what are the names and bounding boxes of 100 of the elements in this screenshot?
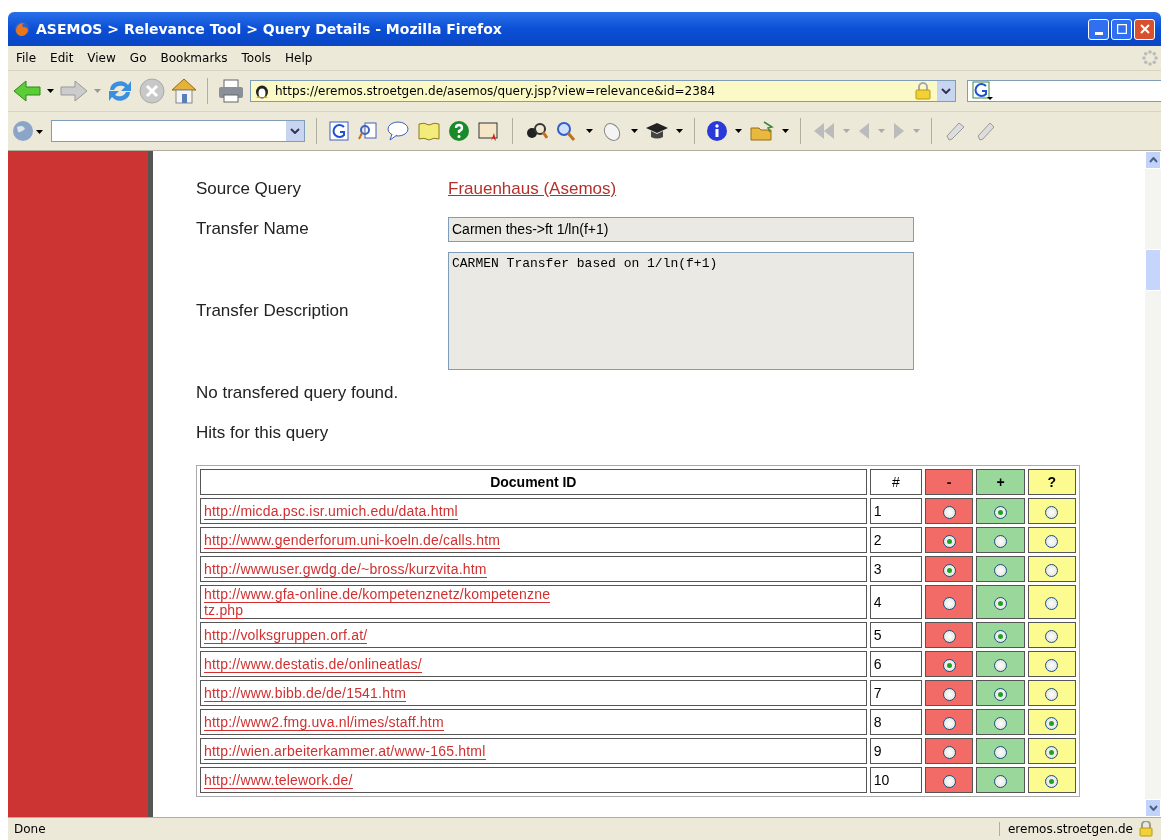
radio-button[interactable] — [993, 745, 1007, 759]
radio-button[interactable] — [993, 505, 1007, 519]
menu-item[interactable]: Bookmarks — [154, 51, 236, 65]
dropdown-icon[interactable] — [586, 129, 593, 133]
radio-button[interactable] — [942, 596, 956, 610]
scroll-down-icon[interactable] — [1148, 805, 1158, 811]
padlock-icon — [1139, 821, 1153, 837]
url-link[interactable]: http://wien.arbeiterkammer.at/www-165.html — [204, 743, 486, 760]
table-cell: 5 — [869, 622, 922, 648]
dropdown-icon[interactable] — [631, 129, 638, 133]
dropdown-icon[interactable] — [782, 129, 789, 133]
radio-button[interactable] — [1045, 745, 1059, 759]
throbber-icon — [1141, 49, 1159, 67]
speech-bubble-icon[interactable] — [386, 120, 410, 142]
url-link[interactable]: http://www.destatis.de/onlineatlas/ — [204, 656, 422, 673]
radio-button[interactable] — [942, 774, 956, 788]
radio-button[interactable] — [1045, 505, 1059, 519]
url-link[interactable]: http://www.gfa-online.de/kompetenznetz/kompetenzne — [204, 586, 551, 603]
menu-item[interactable]: File — [10, 51, 45, 65]
maximize-icon — [1116, 24, 1127, 34]
table-cell: 3 — [869, 556, 922, 582]
scrollbar[interactable] — [1145, 151, 1161, 817]
radio-button[interactable] — [942, 658, 956, 672]
menu-item[interactable]: View — [81, 51, 124, 65]
bookmark-icon[interactable] — [477, 120, 501, 142]
info-icon[interactable] — [706, 120, 728, 142]
url-link[interactable]: http://micda.psc.isr.umich.edu/data.html — [204, 503, 458, 520]
printer-icon[interactable] — [217, 78, 245, 104]
toolbar-search-field[interactable] — [51, 120, 305, 142]
minimize-icon — [1094, 31, 1103, 35]
globe-icon[interactable] — [12, 120, 44, 142]
folder-icon[interactable] — [749, 120, 775, 142]
radio-button[interactable] — [993, 774, 1007, 788]
menu-item[interactable]: Tools — [235, 51, 280, 65]
dropdown-icon[interactable] — [735, 129, 742, 133]
penguin-icon — [255, 83, 269, 99]
table-cell: 2 — [869, 527, 922, 553]
home-icon[interactable] — [170, 77, 198, 105]
search-field[interactable] — [967, 80, 1161, 102]
radio-button[interactable] — [942, 745, 956, 759]
menu-item[interactable]: Go — [123, 51, 155, 65]
radio-button[interactable] — [993, 563, 1007, 577]
url-link[interactable]: http://www.genderforum.uni-koeln.de/calls.htm — [204, 532, 501, 549]
page-search-icon[interactable] — [357, 120, 379, 142]
radio-button[interactable] — [993, 687, 1007, 701]
column-header: + — [976, 469, 1025, 495]
table-cell: 9 — [869, 738, 922, 764]
radio-button[interactable] — [1045, 687, 1059, 701]
minimize-button[interactable] — [1088, 18, 1109, 40]
scroll-up-icon[interactable] — [1148, 157, 1158, 163]
address-bar[interactable]: https://eremos.stroetgen.de/asemos/query.jsp?view=relevance&id=2384 — [250, 80, 956, 102]
query-link[interactable]: Frauenhaus (Asemos) — [448, 179, 617, 199]
close-icon — [1139, 24, 1150, 34]
table-cell: 10 — [869, 767, 922, 793]
url-link[interactable]: http://www2.fmg.uva.nl/imes/staff.htm — [204, 714, 444, 731]
text-area[interactable]: CARMEN Transfer based on 1/ln(f+1) — [448, 252, 914, 370]
radio-button[interactable] — [1045, 774, 1059, 788]
url-link[interactable]: http://www.bibb.de/de/1541.htm — [204, 685, 407, 702]
radio-button[interactable] — [993, 629, 1007, 643]
url-link[interactable]: http://www.telework.de/ — [204, 772, 353, 789]
input-field[interactable]: Carmen thes->ft 1/ln(f+1) — [448, 216, 914, 242]
radio-button[interactable] — [942, 563, 956, 577]
radio-button[interactable] — [1045, 563, 1059, 577]
google-icon[interactable] — [328, 120, 350, 142]
help-icon[interactable] — [448, 120, 470, 142]
url-link[interactable]: tz.php — [204, 602, 244, 619]
back-arrow-icon[interactable] — [12, 79, 42, 103]
reload-icon[interactable] — [106, 78, 134, 104]
radio-button[interactable] — [993, 716, 1007, 730]
url-link[interactable]: http://volksgruppen.orf.at/ — [204, 627, 368, 644]
radio-button[interactable] — [942, 687, 956, 701]
radio-button[interactable] — [942, 716, 956, 730]
radio-button[interactable] — [1045, 716, 1059, 730]
radio-button[interactable] — [1045, 596, 1059, 610]
dropdown-icon[interactable] — [676, 129, 683, 133]
radio-button[interactable] — [942, 534, 956, 548]
google-icon — [972, 81, 994, 101]
field-label: Source Query — [196, 179, 302, 199]
maximize-button[interactable] — [1111, 18, 1132, 40]
scrollbar-thumb[interactable] — [1145, 249, 1161, 291]
radio-button[interactable] — [1045, 629, 1059, 643]
menu-item[interactable]: Edit — [44, 51, 82, 65]
dropdown-button[interactable] — [937, 81, 955, 101]
radio-button[interactable] — [993, 534, 1007, 548]
radio-button[interactable] — [1045, 534, 1059, 548]
table-cell: 7 — [869, 680, 922, 706]
radio-button[interactable] — [1045, 658, 1059, 672]
info-text: No transfered query found. — [196, 382, 400, 404]
url-link[interactable]: http://wwwuser.gwdg.de/~bross/kurzvita.htm — [204, 561, 487, 578]
book-icon[interactable] — [417, 120, 441, 142]
radio-button[interactable] — [942, 629, 956, 643]
dropdown-icon[interactable] — [47, 89, 54, 93]
status-host: eremos.stroetgen.de — [999, 822, 1133, 836]
close-button[interactable] — [1134, 18, 1155, 40]
status-text: Done — [14, 822, 46, 836]
radio-button[interactable] — [942, 505, 956, 519]
radio-button[interactable] — [993, 596, 1007, 610]
dropdown-button[interactable] — [286, 121, 304, 141]
menu-item[interactable]: Help — [279, 51, 321, 65]
radio-button[interactable] — [993, 658, 1007, 672]
